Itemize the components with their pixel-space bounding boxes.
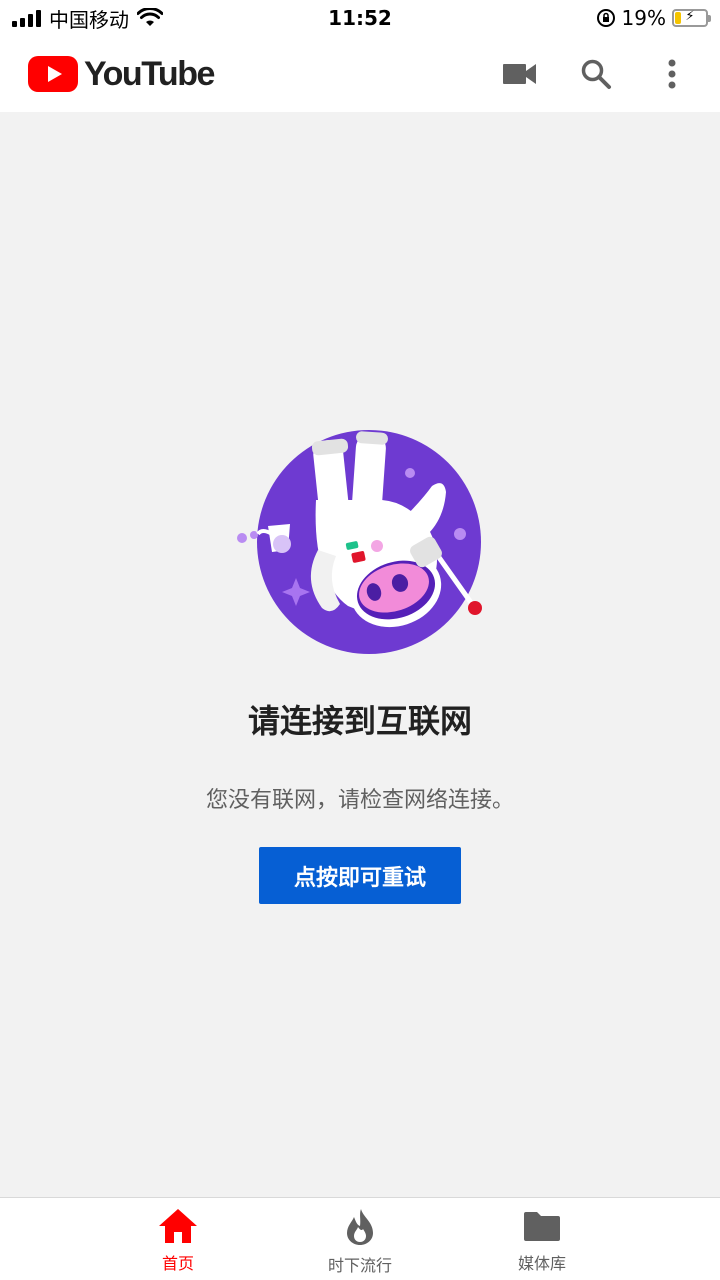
cellular-signal-icon <box>12 9 41 27</box>
video-camera-icon <box>503 64 536 84</box>
wifi-icon <box>137 8 163 26</box>
offline-message: 您没有联网，请检查网络连接。 <box>205 788 514 813</box>
home-icon <box>159 1209 197 1243</box>
more-options-button[interactable] <box>652 54 692 94</box>
youtube-logo[interactable]: YouTube <box>28 54 215 94</box>
youtube-play-icon <box>28 56 78 92</box>
status-right: 19% ⚡ <box>596 6 711 30</box>
nav-label-library: 媒体库 <box>517 1254 566 1273</box>
search-icon <box>581 59 611 89</box>
nav-item-trending[interactable]: 时下流行 <box>300 1208 420 1275</box>
offline-astronaut-illustration <box>237 430 482 654</box>
nav-label-trending: 时下流行 <box>327 1256 392 1275</box>
status-bar: 中国移动 11:52 19% ⚡ <box>0 0 720 36</box>
trending-fire-icon <box>347 1209 373 1245</box>
app-header: YouTube <box>0 36 720 112</box>
retry-button[interactable]: 点按即可重试 <box>259 847 461 904</box>
nav-label-home: 首页 <box>161 1254 194 1273</box>
more-vert-icon <box>668 59 676 89</box>
status-left: 中国移动 <box>12 4 163 33</box>
library-folder-icon <box>524 1212 560 1241</box>
header-actions <box>500 54 692 94</box>
offline-title: 请连接到互联网 <box>247 702 472 740</box>
carrier-name: 中国移动 <box>49 7 129 32</box>
search-button[interactable] <box>576 54 616 94</box>
battery-percent: 19% <box>621 6 666 30</box>
offline-screen: 请连接到互联网 您没有联网，请检查网络连接。 点按即可重试 <box>0 112 720 1197</box>
bottom-nav: 首页 时下流行 媒体库 <box>0 1197 720 1280</box>
upload-video-button[interactable] <box>500 54 540 94</box>
nav-item-library[interactable]: 媒体库 <box>482 1208 602 1274</box>
logo-text: YouTube <box>84 54 215 93</box>
orientation-lock-icon <box>596 9 615 27</box>
battery-icon: ⚡ <box>672 9 711 27</box>
nav-item-home[interactable]: 首页 <box>118 1208 238 1274</box>
